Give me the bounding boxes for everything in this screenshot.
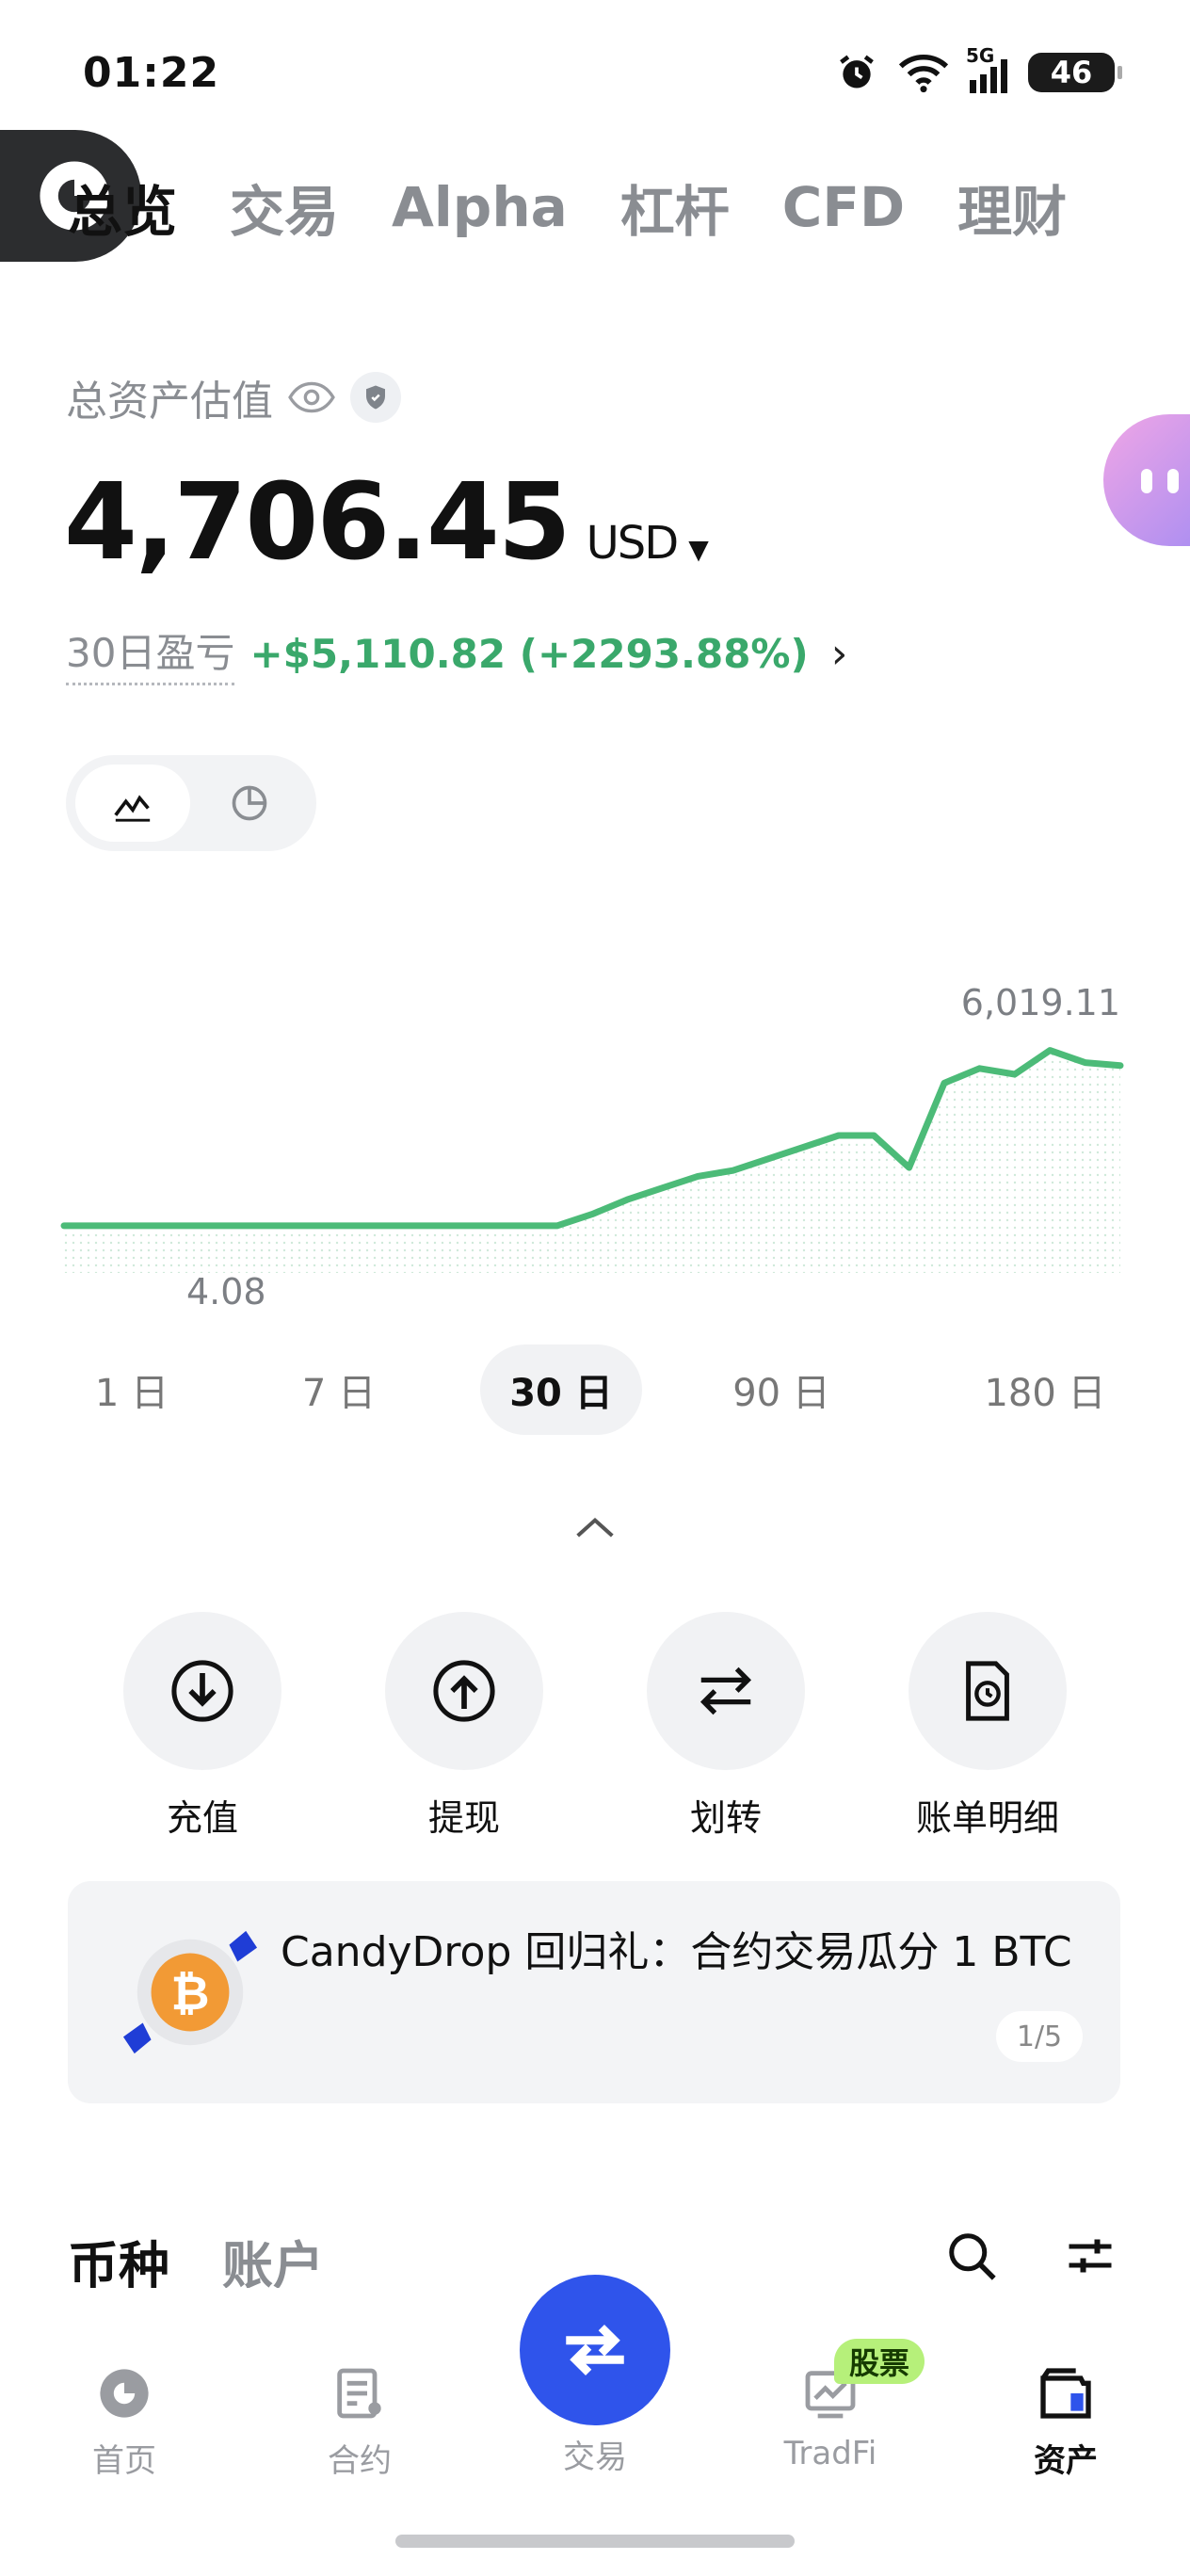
status-icons: 5G 46 xyxy=(836,44,1122,93)
battery-level: 46 xyxy=(1050,55,1093,90)
swap-arrows-icon xyxy=(566,2324,624,2376)
total-asset-value: 4,706.45 USD ▼ xyxy=(64,461,709,584)
period-30d[interactable]: 30 日 xyxy=(480,1344,642,1435)
chart-type-toggle xyxy=(66,755,316,851)
banner-page-indicator: 1/5 xyxy=(996,2011,1083,2062)
trade-fab-button[interactable] xyxy=(520,2275,670,2425)
deposit-button[interactable]: 充值 xyxy=(123,1612,281,1841)
tab-margin[interactable]: 杠杆 xyxy=(620,168,730,247)
promo-text: CandyDrop 回归礼：合约交易瓜分 1 BTC xyxy=(281,1928,1072,1976)
tab-cfd[interactable]: CFD xyxy=(782,175,905,239)
svg-text:₿: ₿ xyxy=(170,1965,209,2021)
nav-home[interactable]: 首页 xyxy=(49,2363,200,2481)
asset-title: 总资产估值 xyxy=(66,378,273,426)
collapse-chevron-up-icon[interactable] xyxy=(574,1506,616,1550)
pie-chart-toggle[interactable] xyxy=(192,765,307,842)
nav-contract[interactable]: 合约 xyxy=(284,2363,435,2481)
bitcoin-candy-icon: ₿ xyxy=(122,1930,258,2054)
transfer-icon xyxy=(647,1612,805,1770)
tab-alpha[interactable]: Alpha xyxy=(392,175,568,239)
withdraw-button[interactable]: 提现 xyxy=(385,1612,543,1841)
pnl-label: 30日盈亏 xyxy=(66,621,235,685)
transfer-label: 划转 xyxy=(689,1797,762,1839)
assistant-eye-right xyxy=(1167,469,1179,493)
period-180d[interactable]: 180 日 xyxy=(960,1344,1130,1435)
deposit-label: 充值 xyxy=(166,1797,238,1839)
home-indicator[interactable] xyxy=(395,2535,795,2548)
pnl-row[interactable]: 30日盈亏 +$5,110.82 (+2293.88%) › xyxy=(66,621,847,685)
tab-earn[interactable]: 理财 xyxy=(957,168,1067,247)
tab-trade[interactable]: 交易 xyxy=(230,168,339,247)
chart-area-fill xyxy=(64,1050,1120,1273)
nav-trade-label: 交易 xyxy=(563,2439,627,2476)
pie-chart-icon xyxy=(232,785,267,821)
currency-label: USD xyxy=(586,517,680,570)
chevron-right-icon: › xyxy=(830,629,848,678)
home-icon xyxy=(100,2369,149,2418)
alarm-icon xyxy=(840,55,874,89)
pnl-value: +$5,110.82 (+2293.88%) xyxy=(249,630,809,677)
wallet-icon xyxy=(1040,2368,1091,2419)
bill-detail-label: 账单明细 xyxy=(915,1797,1059,1839)
transfer-button[interactable]: 划转 xyxy=(647,1612,805,1841)
withdraw-label: 提现 xyxy=(427,1797,500,1839)
cellular-signal-icon: 5G xyxy=(966,44,1007,93)
upload-icon xyxy=(385,1612,543,1770)
asset-amount: 4,706.45 xyxy=(64,461,571,584)
nav-contract-label: 合约 xyxy=(328,2442,392,2480)
contract-icon xyxy=(337,2368,381,2419)
battery-indicator: 46 xyxy=(1028,53,1122,92)
nav-assets-label: 资产 xyxy=(1034,2442,1098,2480)
assistant-eye-left xyxy=(1141,469,1152,493)
nav-home-label: 首页 xyxy=(92,2442,156,2480)
filter-icon[interactable] xyxy=(1062,2228,1118,2284)
wifi-icon xyxy=(898,55,949,93)
search-icon[interactable] xyxy=(943,2228,1000,2284)
period-7d[interactable]: 7 日 xyxy=(264,1344,414,1435)
security-shield-icon[interactable] xyxy=(350,372,401,423)
stock-badge: 股票 xyxy=(834,2339,925,2384)
network-type: 5G xyxy=(966,44,995,67)
chart-min-label: 4.08 xyxy=(186,1271,266,1312)
period-selector: 1 日 7 日 30 日 90 日 180 日 xyxy=(56,1344,1139,1435)
line-chart-icon xyxy=(114,795,151,822)
download-icon xyxy=(123,1612,281,1770)
line-chart-toggle[interactable] xyxy=(75,765,190,842)
tab-overview[interactable]: 总览 xyxy=(68,168,177,247)
currency-selector[interactable]: USD ▼ xyxy=(586,517,709,570)
caret-down-icon: ▼ xyxy=(688,534,709,565)
asset-line-chart xyxy=(60,1047,1124,1273)
promo-banner[interactable]: ₿ CandyDrop 回归礼：合约交易瓜分 1 BTC 1/5 xyxy=(68,1881,1120,2103)
top-tab-bar: 总览 交易 Alpha 杠杆 CFD 理财 xyxy=(68,168,1119,247)
eye-icon[interactable] xyxy=(288,380,335,414)
bill-detail-button[interactable]: 账单明细 xyxy=(909,1612,1067,1841)
nav-tradfi-label: TradFi xyxy=(783,2435,877,2472)
ai-assistant-button[interactable] xyxy=(1103,414,1190,546)
bill-icon xyxy=(909,1612,1067,1770)
period-90d[interactable]: 90 日 xyxy=(706,1344,857,1435)
nav-trade[interactable]: 交易 xyxy=(520,2423,670,2477)
status-time: 01:22 xyxy=(83,49,220,97)
period-1d[interactable]: 1 日 xyxy=(56,1344,207,1435)
nav-assets[interactable]: 资产 xyxy=(990,2363,1141,2481)
asset-title-row: 总资产估值 xyxy=(66,367,401,427)
